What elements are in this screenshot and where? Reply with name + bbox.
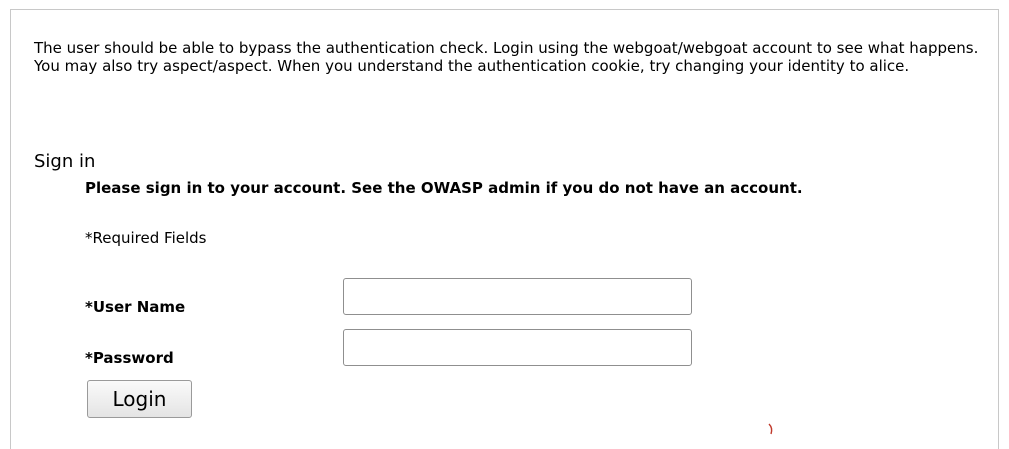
password-label: *Password xyxy=(85,349,174,367)
sign-in-description: Please sign in to your account. See the … xyxy=(85,179,803,197)
sign-in-heading: Sign in xyxy=(34,151,96,172)
required-fields-note: *Required Fields xyxy=(85,229,207,247)
username-label: *User Name xyxy=(85,298,186,316)
login-button[interactable]: Login xyxy=(87,380,192,418)
lesson-content-panel: The user should be able to bypass the au… xyxy=(10,9,999,449)
stray-mark-decoration xyxy=(768,423,773,435)
lesson-instructions: The user should be able to bypass the au… xyxy=(34,39,979,75)
username-input[interactable] xyxy=(343,278,692,315)
password-input[interactable] xyxy=(343,329,692,366)
